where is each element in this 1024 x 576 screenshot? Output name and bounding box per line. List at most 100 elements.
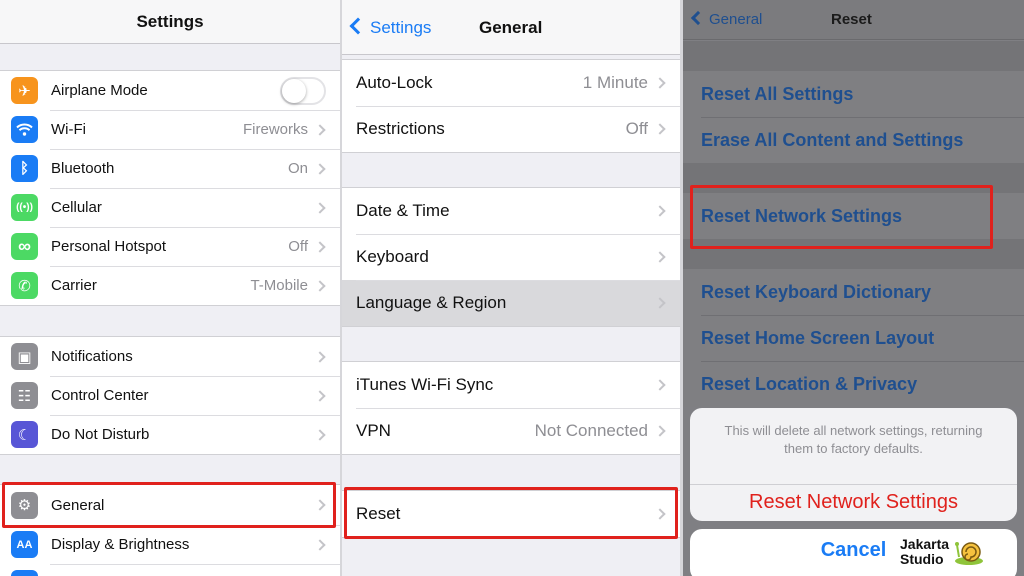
settings-item-general[interactable]: ⚙ General	[0, 485, 340, 525]
settings-item-label: Control Center	[51, 387, 149, 404]
reset-network-settings-button[interactable]: Reset Network Settings	[683, 193, 1024, 239]
general-group-locale: Date & Time Keyboard Language & Region	[342, 187, 680, 327]
settings-item-control-center[interactable]: ☷ Control Center	[0, 376, 340, 415]
snail-icon	[953, 537, 985, 567]
chevron-right-icon	[314, 201, 326, 214]
section-spacer	[683, 41, 1024, 71]
phone-icon: ✆	[11, 272, 38, 299]
settings-item-airplane-mode[interactable]: ✈ Airplane Mode	[0, 71, 340, 110]
settings-item-label: Bluetooth	[51, 160, 115, 177]
page-title: Reset	[831, 11, 872, 28]
general-item-label: Language & Region	[356, 293, 507, 312]
general-item-auto-lock[interactable]: Auto-Lock 1 Minute	[342, 60, 680, 106]
chevron-right-icon	[314, 538, 326, 551]
chevron-right-icon	[654, 251, 666, 263]
moon-icon: ☾	[11, 421, 38, 448]
chevron-right-icon	[314, 428, 326, 441]
general-item-restrictions[interactable]: Restrictions Off	[342, 106, 680, 152]
general-item-label: VPN	[356, 421, 391, 440]
general-item-value: Not Connected	[534, 421, 648, 440]
general-item-reset[interactable]: Reset	[342, 491, 680, 537]
reset-group-network: Reset Network Settings	[683, 193, 1024, 239]
chevron-right-icon	[314, 350, 326, 363]
settings-item-value: T-Mobile	[250, 277, 308, 294]
general-item-language-region[interactable]: Language & Region	[342, 280, 680, 326]
watermark-line2: Studio	[900, 551, 944, 567]
settings-group-connectivity: ✈ Airplane Mode Wi-Fi Fireworks ᛒ Blueto…	[0, 70, 340, 306]
erase-all-content-button[interactable]: Erase All Content and Settings	[683, 117, 1024, 163]
chevron-right-icon	[654, 379, 666, 391]
reset-keyboard-dictionary-button[interactable]: Reset Keyboard Dictionary	[683, 269, 1024, 315]
settings-item-bluetooth[interactable]: ᛒ Bluetooth On	[0, 149, 340, 188]
chevron-right-icon	[654, 508, 666, 520]
chevron-right-icon	[654, 297, 666, 309]
wallpaper-icon	[11, 570, 38, 576]
general-item-itunes-wifi-sync[interactable]: iTunes Wi-Fi Sync	[342, 362, 680, 408]
settings-item-label: Wi-Fi	[51, 121, 86, 138]
settings-item-label: General	[51, 496, 105, 514]
settings-item-carrier[interactable]: ✆ Carrier T-Mobile	[0, 266, 340, 305]
control-center-icon: ☷	[11, 382, 38, 409]
general-item-label: Reset	[356, 504, 401, 523]
page-title: Settings	[136, 12, 204, 31]
chevron-right-icon	[314, 389, 326, 402]
wifi-icon	[11, 116, 38, 143]
chevron-right-icon	[314, 279, 326, 292]
chevron-left-icon	[349, 17, 367, 35]
settings-item-label: Do Not Disturb	[51, 426, 150, 443]
reset-panel: General Reset Reset All Settings Erase A…	[683, 0, 1024, 576]
settings-item-display-brightness[interactable]: AA Display & Brightness	[0, 525, 340, 564]
back-button-label: General	[709, 11, 763, 28]
settings-item-value: Off	[288, 238, 308, 255]
reset-home-screen-layout-button[interactable]: Reset Home Screen Layout	[683, 315, 1024, 361]
action-sheet: This will delete all network settings, r…	[690, 408, 1017, 521]
settings-panel: Settings ✈ Airplane Mode Wi-Fi Fireworks…	[0, 0, 340, 576]
reset-all-settings-button[interactable]: Reset All Settings	[683, 71, 1024, 117]
chevron-right-icon	[654, 123, 666, 135]
chevron-right-icon	[654, 205, 666, 217]
section-spacer	[683, 163, 1024, 193]
hotspot-icon: ∞	[11, 233, 38, 260]
general-item-date-time[interactable]: Date & Time	[342, 188, 680, 234]
cellular-icon: ((•))	[11, 194, 38, 221]
back-button[interactable]: General	[690, 0, 763, 40]
general-group-reset: Reset	[342, 490, 680, 538]
airplane-mode-toggle[interactable]	[280, 76, 326, 105]
settings-group-system: ▣ Notifications ☷ Control Center ☾ Do No…	[0, 336, 340, 455]
chevron-right-icon	[314, 123, 326, 136]
back-button[interactable]: Settings	[349, 0, 432, 55]
confirm-reset-network-button[interactable]: Reset Network Settings	[690, 485, 1017, 521]
general-item-label: Keyboard	[356, 247, 429, 266]
general-item-label: iTunes Wi-Fi Sync	[356, 375, 494, 394]
settings-item-wifi[interactable]: Wi-Fi Fireworks	[0, 110, 340, 149]
settings-item-do-not-disturb[interactable]: ☾ Do Not Disturb	[0, 415, 340, 454]
settings-item-cellular[interactable]: ((•)) Cellular	[0, 188, 340, 227]
settings-item-personal-hotspot[interactable]: ∞ Personal Hotspot Off	[0, 227, 340, 266]
chevron-right-icon	[654, 77, 666, 89]
settings-item-label: Notifications	[51, 348, 133, 365]
gear-icon: ⚙	[11, 491, 38, 519]
general-item-keyboard[interactable]: Keyboard	[342, 234, 680, 280]
action-sheet-message: This will delete all network settings, r…	[724, 423, 983, 456]
page-title: General	[479, 18, 543, 37]
settings-item-label: Airplane Mode	[51, 82, 148, 99]
back-button-label: Settings	[370, 18, 432, 37]
general-group-sync: iTunes Wi-Fi Sync VPN Not Connected	[342, 361, 680, 455]
settings-item-notifications[interactable]: ▣ Notifications	[0, 337, 340, 376]
general-item-value: Off	[625, 119, 648, 138]
reset-location-privacy-button[interactable]: Reset Location & Privacy	[683, 361, 1024, 407]
general-group-lock: Auto-Lock 1 Minute Restrictions Off	[342, 59, 680, 153]
chevron-right-icon	[314, 162, 326, 175]
display-icon: AA	[11, 531, 38, 558]
general-item-label: Date & Time	[356, 201, 450, 220]
general-item-vpn[interactable]: VPN Not Connected	[342, 408, 680, 454]
watermark-logo: Jakarta Studio	[900, 532, 1016, 572]
settings-item-value: On	[287, 160, 308, 177]
general-item-label: Auto-Lock	[356, 73, 433, 92]
settings-item-label: Cellular	[51, 199, 102, 216]
settings-item-wallpaper[interactable]	[0, 564, 340, 576]
general-navbar: Settings General	[342, 0, 680, 55]
general-panel: Settings General Auto-Lock 1 Minute Rest…	[342, 0, 680, 576]
reset-group-other: Reset Keyboard Dictionary Reset Home Scr…	[683, 269, 1024, 407]
reset-group-all: Reset All Settings Erase All Content and…	[683, 71, 1024, 163]
